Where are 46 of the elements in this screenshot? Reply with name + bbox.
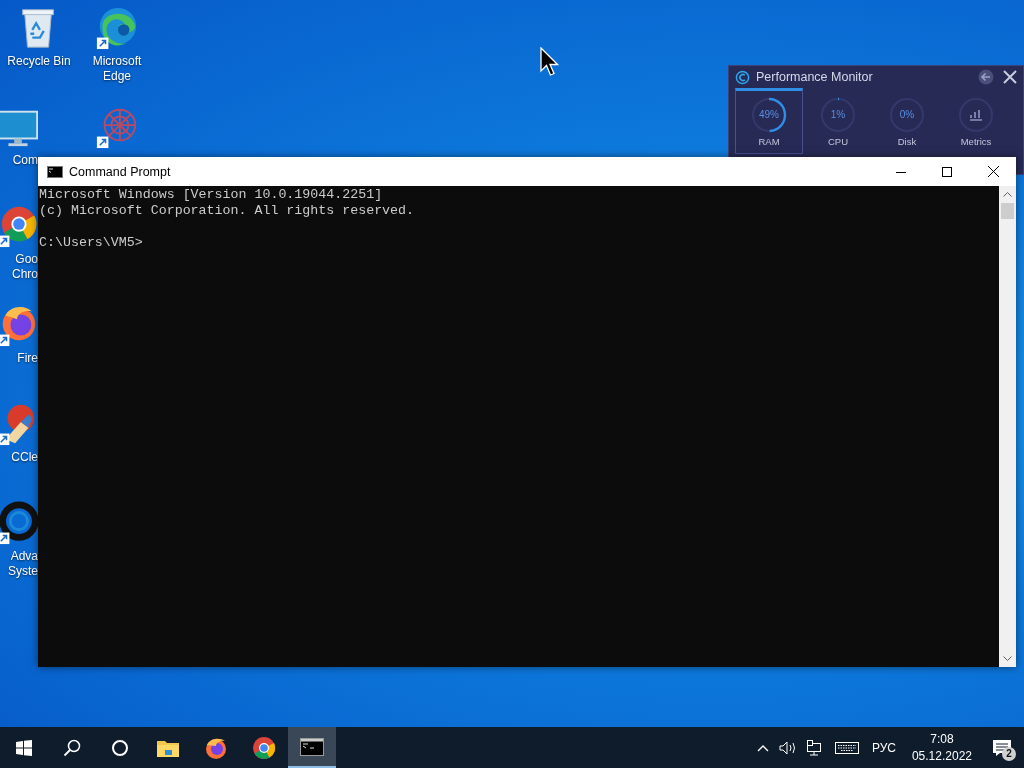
gauge-reading: 0% — [899, 109, 915, 121]
monitor-tab[interactable]: 1% CPU — [804, 88, 872, 154]
icon-label[interactable]: Goo Chro — [12, 252, 38, 282]
scroll-down-icon[interactable] — [1003, 656, 1012, 661]
bar-chart-icon — [969, 109, 983, 121]
notification-count: 2 — [1002, 747, 1016, 761]
panel-title: Performance Monitor — [756, 70, 874, 84]
language-indicator[interactable]: РУС — [863, 727, 904, 768]
monitor-tab[interactable]: 49% RAM — [735, 88, 803, 154]
windows-logo-icon[interactable] — [16, 739, 32, 756]
icon-label[interactable]: CCle — [11, 450, 38, 465]
console-button[interactable] — [288, 727, 336, 768]
scrollbar[interactable] — [999, 186, 1016, 667]
gauge-reading: 1% — [830, 109, 846, 121]
close-icon[interactable] — [987, 166, 999, 177]
monitor-tab[interactable]: Metrics — [942, 88, 1010, 154]
progress-ring — [751, 97, 787, 133]
window-title: Command Prompt — [69, 164, 172, 179]
gauge-reading: 49% — [759, 109, 779, 121]
back-button[interactable] — [977, 68, 995, 86]
ring-logo-icon[interactable] — [0, 499, 38, 547]
scroll-up-icon[interactable] — [1003, 192, 1012, 197]
logo-icon — [735, 69, 750, 85]
clock[interactable]: 7:08 05.12.2022 — [903, 730, 980, 765]
monitor-tab[interactable]: 0% Disk — [873, 88, 941, 154]
icon-label[interactable]: Recycle Bin — [7, 54, 71, 69]
console-icon[interactable] — [300, 737, 324, 756]
icon-label[interactable]: Microsoft Edge — [92, 54, 142, 84]
mouse-pointer-icon — [540, 47, 559, 77]
search-icon[interactable] — [63, 738, 81, 757]
scroll-thumb[interactable] — [1001, 203, 1014, 219]
clock-date: 05.12.2022 — [911, 747, 972, 765]
console-line: (c) Microsoft Corporation. All rights reserved. — [39, 203, 416, 219]
icon-label[interactable]: Com — [12, 153, 38, 168]
circle-icon[interactable] — [111, 738, 129, 757]
command-prompt-line: C:\Users\VM5> — [39, 235, 144, 251]
maximize-icon[interactable] — [942, 166, 952, 177]
progress-ring — [820, 97, 856, 133]
icon-label[interactable]: Fire — [17, 351, 38, 366]
console-icon — [47, 165, 63, 178]
chevron-up-icon[interactable] — [756, 743, 769, 752]
notification-center-button[interactable]: 2 — [980, 727, 1024, 768]
clock-time: 7:08 — [930, 730, 954, 748]
console-line: Microsoft Windows [Version 10.0.19044.2251] — [39, 187, 384, 203]
chrome-icon[interactable] — [252, 735, 276, 760]
icon-label[interactable]: Adva Syste — [8, 549, 38, 579]
